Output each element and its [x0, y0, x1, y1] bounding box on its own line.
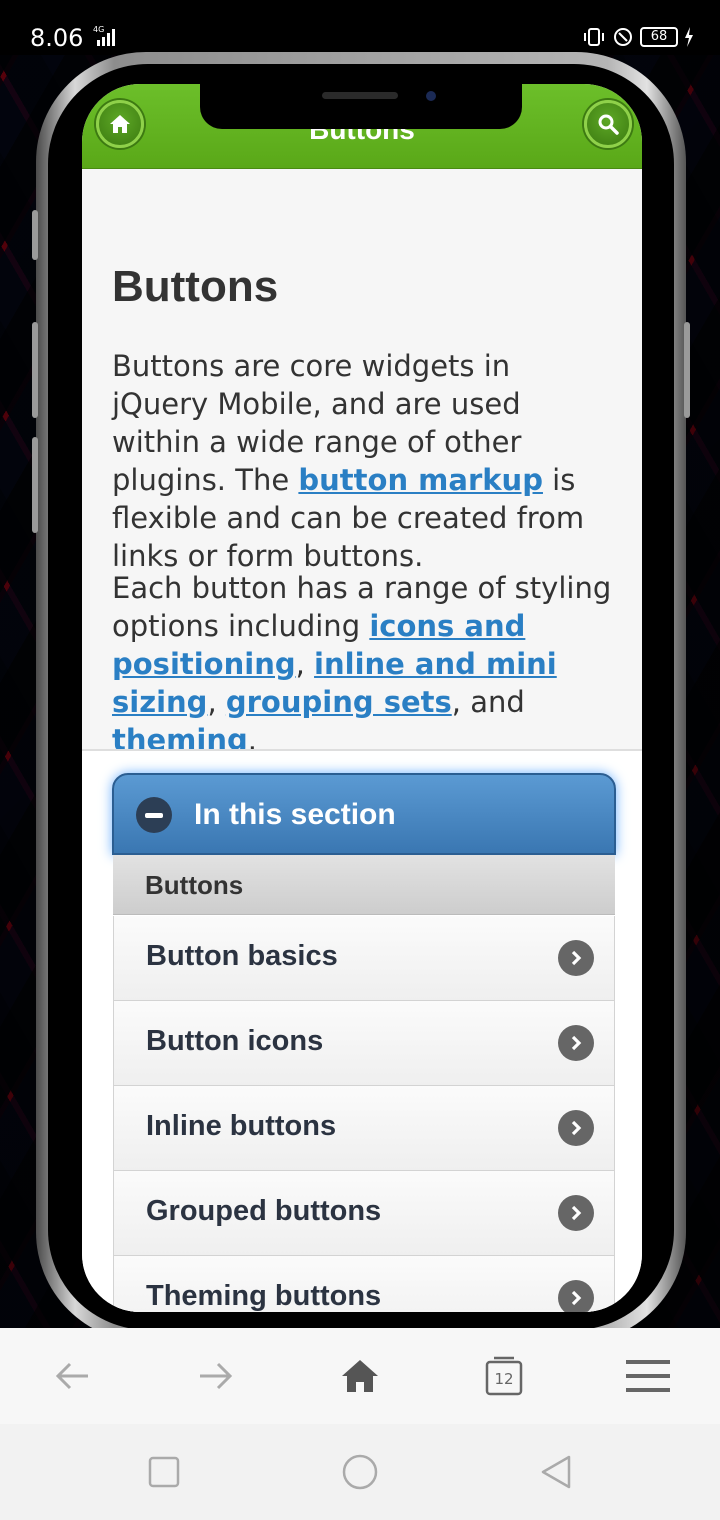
status-bar: 8.06 4G 68 [0, 0, 720, 55]
forward-button[interactable] [192, 1354, 240, 1398]
tabs-button[interactable]: 12 [480, 1354, 528, 1398]
home-button[interactable] [96, 100, 144, 148]
charging-icon [685, 27, 693, 47]
intro-paragraph: Buttons are core widgets in jQuery Mobil… [112, 347, 612, 575]
collapsible-title: In this section [194, 798, 396, 831]
system-nav-bar [0, 1424, 720, 1520]
device-notch [200, 84, 522, 129]
tabs-count: 12 [494, 1370, 514, 1388]
side-button [684, 322, 690, 418]
system-back-button[interactable] [536, 1452, 576, 1492]
side-button [32, 437, 38, 533]
list-item-label: Theming buttons [146, 1280, 382, 1312]
list-item[interactable]: Theming buttons [113, 1256, 615, 1312]
list-item-label: Inline buttons [146, 1110, 337, 1142]
list-divider-label: Buttons [145, 870, 244, 900]
para2-separator: , [207, 685, 226, 719]
browser-toolbar: 12 [0, 1328, 720, 1424]
arrow-left-icon [55, 1362, 88, 1390]
status-icons: 68 [582, 24, 694, 50]
signal-icon: 4G [93, 25, 115, 46]
menu-button[interactable] [624, 1354, 672, 1398]
menu-icon [626, 1360, 670, 1392]
chevron-right-icon [558, 1110, 594, 1146]
network-label: 4G [93, 25, 104, 34]
minus-icon [136, 797, 172, 833]
page-title: Buttons [112, 262, 279, 311]
vibrate-icon [584, 28, 604, 46]
arrow-right-icon [200, 1362, 233, 1390]
list-item[interactable]: Grouped buttons [113, 1171, 615, 1256]
side-button [32, 210, 38, 260]
para2-separator: , and [451, 685, 525, 719]
speaker-grille [322, 92, 398, 99]
list-item-label: Button basics [146, 940, 338, 972]
circle-icon [342, 1454, 378, 1490]
battery-icon: 68 [640, 27, 678, 47]
button-markup-link[interactable]: button markup [298, 463, 543, 497]
search-button[interactable] [584, 100, 632, 148]
chevron-right-icon [558, 940, 594, 976]
options-paragraph: Each button has a range of styling optio… [112, 569, 612, 759]
device-screen: Buttons Buttons Buttons are core widgets… [82, 84, 642, 1312]
list-item[interactable]: Inline buttons [113, 1086, 615, 1171]
list-divider: Buttons [113, 855, 615, 915]
chevron-right-icon [558, 1280, 594, 1312]
side-button [32, 322, 38, 418]
search-icon [598, 114, 619, 135]
chevron-right-icon [558, 1025, 594, 1061]
para2-separator: , [295, 647, 315, 681]
square-icon [148, 1456, 180, 1488]
system-home-button[interactable] [340, 1452, 380, 1492]
in-this-section-toggle[interactable]: In this section [112, 773, 616, 855]
list-item-label: Button icons [146, 1025, 324, 1057]
grouping-sets-link[interactable]: grouping sets [226, 685, 452, 719]
triangle-back-icon [541, 1455, 571, 1489]
section-list: Button basics Button icons Inline button… [113, 916, 615, 1312]
home-icon [110, 115, 130, 133]
browser-home-button[interactable] [336, 1354, 384, 1398]
list-item[interactable]: Button basics [113, 916, 615, 1001]
status-time: 8.06 [30, 24, 84, 52]
alarm-off-icon [614, 28, 632, 46]
back-button[interactable] [48, 1354, 96, 1398]
home-icon [342, 1360, 378, 1392]
para2-text-start: Each button has a range of styling optio… [112, 571, 612, 643]
list-item-label: Grouped buttons [146, 1195, 382, 1227]
list-item[interactable]: Button icons [113, 1001, 615, 1086]
chevron-right-icon [558, 1195, 594, 1231]
camera-dot [426, 91, 436, 101]
recent-apps-button[interactable] [144, 1452, 184, 1492]
